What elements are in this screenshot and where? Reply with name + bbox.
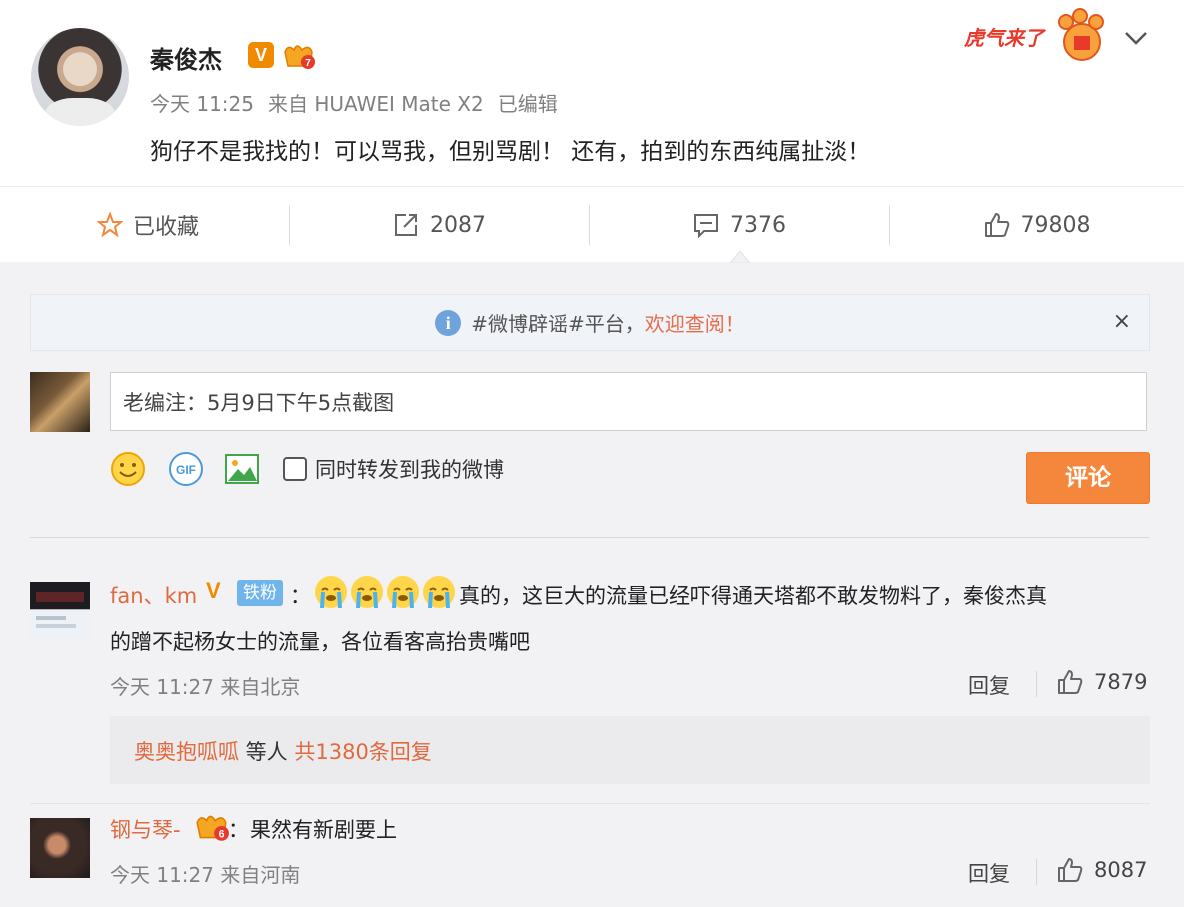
crying-emoji-icon xyxy=(387,576,419,609)
post-text: 狗仔不是我找的！可以骂我，但别骂剧！ 还有，拍到的东西纯属扯淡！ xyxy=(150,139,871,165)
caret-pointer xyxy=(730,250,750,263)
tiger-sticker: 虎气来了 xyxy=(964,8,1114,66)
verified-badge-icon: V xyxy=(206,578,221,603)
comment-like-button[interactable]: 7879 xyxy=(1056,668,1147,696)
comment-colon: ： xyxy=(290,584,311,608)
reply-button[interactable]: 回复 xyxy=(968,858,1010,888)
svg-text:GIF: GIF xyxy=(176,463,196,477)
tiger-paw-icon xyxy=(1058,8,1104,61)
author-avatar[interactable] xyxy=(31,28,129,126)
post-meta: 今天 11:25 来自 HUAWEI Mate X2 已编辑 xyxy=(150,88,572,117)
reply-count-link[interactable]: 共1380条回复 xyxy=(294,740,431,764)
post-action-bar: 已收藏 2087 7376 79808 xyxy=(0,186,1184,262)
thumbs-up-icon xyxy=(984,213,1009,237)
comment-text-continued: 的蹭不起杨女士的流量，各位看客高抬贵嘴吧 xyxy=(110,630,530,654)
reply-user[interactable]: 奥奥抱呱呱 xyxy=(134,740,239,764)
favorite-button[interactable]: 已收藏 xyxy=(0,187,296,263)
sync-repost-label[interactable]: 同时转发到我的微博 xyxy=(315,454,504,484)
post-edited[interactable]: 已编辑 xyxy=(498,92,558,116)
reply-middle: 等人 xyxy=(239,740,295,764)
author-name[interactable]: 秦俊杰 xyxy=(150,40,222,75)
close-icon[interactable]: × xyxy=(1113,309,1131,334)
thumbs-up-icon xyxy=(1058,670,1083,694)
comment-like-button[interactable]: 8087 xyxy=(1056,856,1147,884)
info-icon: i xyxy=(435,309,462,336)
like-count: 79808 xyxy=(1020,212,1091,238)
crying-emoji-icon xyxy=(315,576,347,609)
divider xyxy=(1036,671,1037,697)
repost-count: 2087 xyxy=(430,212,486,238)
image-icon[interactable] xyxy=(224,451,260,487)
crying-emoji-icon xyxy=(423,576,455,609)
like-button[interactable]: 79808 xyxy=(889,187,1184,263)
star-icon xyxy=(96,212,123,238)
crying-emoji-icon xyxy=(351,576,383,609)
divider xyxy=(30,537,1150,538)
chevron-down-icon[interactable] xyxy=(1122,28,1150,48)
comment-meta: 今天 11:27 来自北京 xyxy=(110,675,301,699)
comment-count: 7376 xyxy=(730,212,786,238)
comment-text: 果然有新剧要上 xyxy=(250,818,397,842)
favorite-label: 已收藏 xyxy=(132,215,199,240)
notice-text[interactable]: #微博辟谣#平台， xyxy=(471,308,645,337)
svg-text:7: 7 xyxy=(305,58,311,69)
comment-colon: ： xyxy=(228,818,249,842)
comment-like-count: 7879 xyxy=(1094,670,1148,694)
reply-summary[interactable]: 奥奥抱呱呱 等人 共1380条回复 xyxy=(110,716,1150,784)
thumbs-up-icon xyxy=(1058,858,1083,882)
post-source: 来自 HUAWEI Mate X2 xyxy=(268,92,484,116)
sync-repost-checkbox[interactable] xyxy=(283,457,307,481)
svg-text:6: 6 xyxy=(219,829,225,841)
post-time[interactable]: 今天 11:25 xyxy=(150,92,254,116)
commenter-name[interactable]: 钢与琴- xyxy=(110,814,181,844)
my-avatar[interactable] xyxy=(30,372,90,432)
vip-crown-icon: 6 xyxy=(196,815,229,841)
gif-icon[interactable]: GIF xyxy=(168,451,204,487)
sticker-text: 虎气来了 xyxy=(964,26,1044,50)
commenter-avatar[interactable] xyxy=(30,818,90,878)
comment-icon xyxy=(694,214,718,239)
reply-button[interactable]: 回复 xyxy=(968,670,1010,700)
divider xyxy=(1036,859,1037,885)
comment-meta: 今天 11:27 来自河南 xyxy=(110,863,301,887)
notice-link[interactable]: 欢迎查阅！ xyxy=(645,308,745,337)
verified-badge-icon: V xyxy=(248,42,274,68)
commenter-avatar[interactable] xyxy=(30,582,90,642)
divider xyxy=(30,803,1150,804)
emoji-icon[interactable] xyxy=(110,451,146,487)
share-icon xyxy=(395,214,417,236)
comment-input[interactable]: 老编注：5月9日下午5点截图 xyxy=(110,372,1147,431)
submit-comment-button[interactable]: 评论 xyxy=(1026,452,1150,504)
vip-crown-icon: 7 xyxy=(284,45,315,69)
comment-text: 真的，这巨大的流量已经吓得通天塔都不敢发物料了，秦俊杰真 xyxy=(459,584,1047,608)
fan-badge[interactable]: 铁粉 xyxy=(237,580,283,606)
weibo-post: 秦俊杰 V 7 今天 11:25 来自 HUAWEI Mate X2 已编辑 狗仔不… xyxy=(0,0,1184,186)
commenter-name[interactable]: fan、km xyxy=(110,580,197,610)
comment-like-count: 8087 xyxy=(1094,858,1148,882)
repost-button[interactable]: 2087 xyxy=(289,187,589,263)
rumor-notice: i #微博辟谣#平台， 欢迎查阅！ × xyxy=(30,294,1150,351)
